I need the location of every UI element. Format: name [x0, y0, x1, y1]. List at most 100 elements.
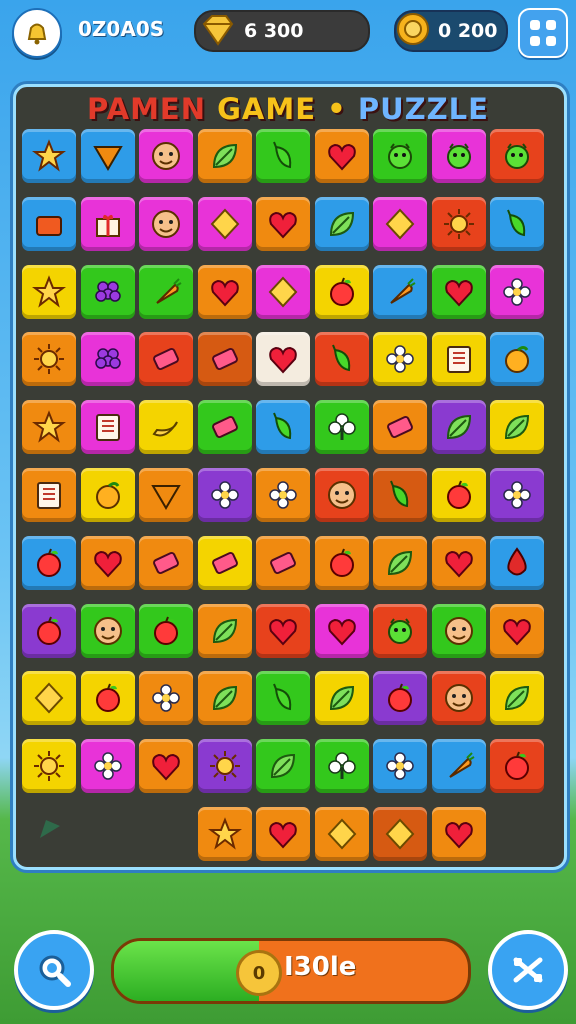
game-tile[interactable] — [314, 535, 369, 590]
game-tile[interactable] — [256, 264, 310, 319]
game-tile[interactable] — [490, 196, 544, 251]
game-tile[interactable] — [197, 739, 252, 794]
game-tile[interactable] — [22, 739, 76, 794]
game-tile[interactable] — [373, 400, 427, 455]
game-tile[interactable] — [139, 264, 193, 319]
game-tile[interactable] — [314, 264, 369, 319]
search-button[interactable] — [14, 930, 94, 1010]
game-tile[interactable] — [490, 535, 544, 590]
game-tile[interactable] — [22, 400, 76, 455]
game-tile[interactable] — [256, 468, 310, 522]
game-tile[interactable] — [139, 535, 193, 590]
menu-button[interactable] — [518, 8, 568, 58]
game-tile[interactable] — [256, 196, 310, 251]
game-tile[interactable] — [80, 535, 135, 590]
game-tile[interactable] — [431, 129, 486, 183]
game-tile[interactable] — [22, 468, 76, 522]
game-tile[interactable] — [373, 807, 427, 861]
game-tile[interactable] — [490, 739, 544, 794]
game-tile[interactable] — [22, 196, 76, 251]
game-tile[interactable] — [197, 264, 252, 319]
game-tile[interactable] — [431, 603, 486, 658]
game-tile[interactable] — [490, 671, 544, 726]
game-tile[interactable] — [314, 400, 369, 455]
game-tile[interactable] — [373, 129, 427, 183]
game-tile[interactable] — [314, 468, 369, 522]
game-tile[interactable] — [80, 603, 135, 658]
game-tile[interactable] — [314, 603, 369, 658]
game-tile[interactable] — [80, 196, 135, 251]
game-tile[interactable] — [314, 671, 369, 726]
game-tile[interactable] — [256, 332, 310, 387]
game-tile[interactable] — [197, 129, 252, 183]
game-tile[interactable] — [373, 264, 427, 319]
game-tile[interactable] — [314, 196, 369, 251]
game-tile[interactable] — [256, 739, 310, 794]
game-tile[interactable] — [80, 129, 135, 183]
game-tile[interactable] — [490, 332, 544, 387]
game-tile[interactable] — [490, 129, 544, 183]
game-tile[interactable] — [431, 535, 486, 590]
game-tile[interactable] — [139, 739, 193, 794]
game-tile[interactable] — [139, 196, 193, 251]
game-tile[interactable] — [431, 400, 486, 455]
game-tile[interactable] — [197, 671, 252, 726]
game-tile[interactable] — [314, 129, 369, 183]
game-tile[interactable] — [197, 535, 252, 590]
game-tile[interactable] — [197, 400, 252, 455]
game-tile[interactable] — [373, 468, 427, 522]
game-tile[interactable] — [490, 468, 544, 522]
game-tile[interactable] — [256, 603, 310, 658]
game-tile[interactable] — [197, 196, 252, 251]
game-tile[interactable] — [256, 129, 310, 183]
game-tile[interactable] — [431, 332, 486, 387]
game-tile[interactable] — [197, 332, 252, 387]
home-button[interactable] — [12, 8, 62, 58]
game-tile[interactable] — [22, 332, 76, 387]
game-tile[interactable] — [139, 603, 193, 658]
shuffle-button[interactable] — [488, 930, 568, 1010]
game-tile[interactable] — [197, 603, 252, 658]
game-tile[interactable] — [490, 264, 544, 319]
game-tile[interactable] — [256, 671, 310, 726]
game-tile[interactable] — [256, 535, 310, 590]
game-tile[interactable] — [373, 332, 427, 387]
game-tile[interactable] — [256, 400, 310, 455]
game-tile[interactable] — [22, 603, 76, 658]
game-tile[interactable] — [80, 468, 135, 522]
game-tile[interactable] — [22, 535, 76, 590]
game-tile[interactable] — [22, 264, 76, 319]
game-tile[interactable] — [139, 671, 193, 726]
game-tile[interactable] — [80, 400, 135, 455]
game-tile[interactable] — [197, 468, 252, 522]
game-tile[interactable] — [139, 400, 193, 455]
face-icon — [444, 684, 473, 713]
game-tile[interactable] — [314, 807, 369, 861]
game-tile[interactable] — [22, 129, 76, 183]
game-tile[interactable] — [80, 332, 135, 387]
game-tile[interactable] — [197, 807, 252, 861]
game-tile[interactable] — [80, 671, 135, 726]
game-tile[interactable] — [431, 468, 486, 522]
game-tile[interactable] — [139, 468, 193, 522]
game-tile[interactable] — [373, 739, 427, 794]
game-tile[interactable] — [490, 400, 544, 455]
game-tile[interactable] — [431, 196, 486, 251]
game-tile[interactable] — [22, 671, 76, 726]
game-tile[interactable] — [256, 807, 310, 861]
game-tile[interactable] — [490, 603, 544, 658]
game-tile[interactable] — [431, 739, 486, 794]
game-tile[interactable] — [373, 196, 427, 251]
game-tile[interactable] — [139, 129, 193, 183]
game-tile[interactable] — [373, 671, 427, 726]
game-tile[interactable] — [314, 332, 369, 387]
game-tile[interactable] — [373, 603, 427, 658]
game-tile[interactable] — [373, 535, 427, 590]
game-tile[interactable] — [139, 332, 193, 387]
game-tile[interactable] — [314, 739, 369, 794]
game-tile[interactable] — [431, 807, 486, 861]
game-tile[interactable] — [431, 671, 486, 726]
game-tile[interactable] — [80, 739, 135, 794]
game-tile[interactable] — [431, 264, 486, 319]
game-tile[interactable] — [80, 264, 135, 319]
